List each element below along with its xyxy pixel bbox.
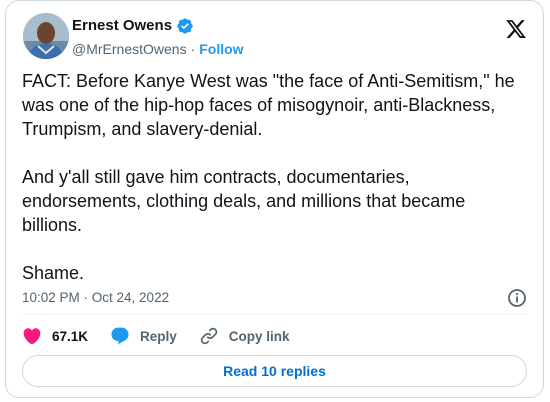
link-icon bbox=[200, 327, 217, 345]
like-count: 67.1K bbox=[52, 328, 89, 344]
tweet-card[interactable]: Ernest Owens @MrErnestOwens · Follow FAC… bbox=[5, 0, 544, 398]
separator-dot: · bbox=[190, 41, 196, 57]
heart-icon bbox=[23, 328, 41, 345]
x-logo-icon[interactable] bbox=[505, 18, 527, 40]
speech-bubble-icon bbox=[111, 327, 129, 345]
copy-link-label: Copy link bbox=[228, 328, 290, 344]
avatar[interactable] bbox=[23, 13, 69, 59]
reply-label: Reply bbox=[140, 328, 177, 344]
reply-button[interactable]: Reply bbox=[110, 326, 177, 346]
tweet-paragraph: And y'all still gave him contracts, docu… bbox=[22, 167, 466, 235]
tweet-timestamp[interactable]: 10:02 PM · Oct 24, 2022 bbox=[22, 289, 169, 307]
author-handle[interactable]: @MrErnestOwens bbox=[72, 40, 187, 58]
author-handle-row: @MrErnestOwens · Follow bbox=[72, 40, 244, 58]
author-name-row[interactable]: Ernest Owens bbox=[72, 16, 194, 36]
tweet-text: FACT: Before Kanye West was "the face of… bbox=[22, 69, 528, 309]
like-button[interactable]: 67.1K bbox=[22, 326, 88, 346]
divider bbox=[22, 314, 527, 315]
author-name[interactable]: Ernest Owens bbox=[72, 16, 172, 36]
follow-button[interactable]: Follow bbox=[199, 40, 243, 58]
copy-link-button[interactable]: Copy link bbox=[199, 326, 290, 346]
action-bar: 67.1K Reply Copy link bbox=[22, 325, 312, 347]
verified-badge-icon bbox=[176, 17, 194, 35]
tweet-paragraph: FACT: Before Kanye West was "the face of… bbox=[22, 71, 515, 139]
tweet-paragraph: Shame. bbox=[22, 263, 85, 283]
avatar-photo bbox=[23, 13, 69, 59]
info-icon[interactable] bbox=[507, 288, 527, 308]
read-replies-button[interactable]: Read 10 replies bbox=[22, 355, 527, 387]
